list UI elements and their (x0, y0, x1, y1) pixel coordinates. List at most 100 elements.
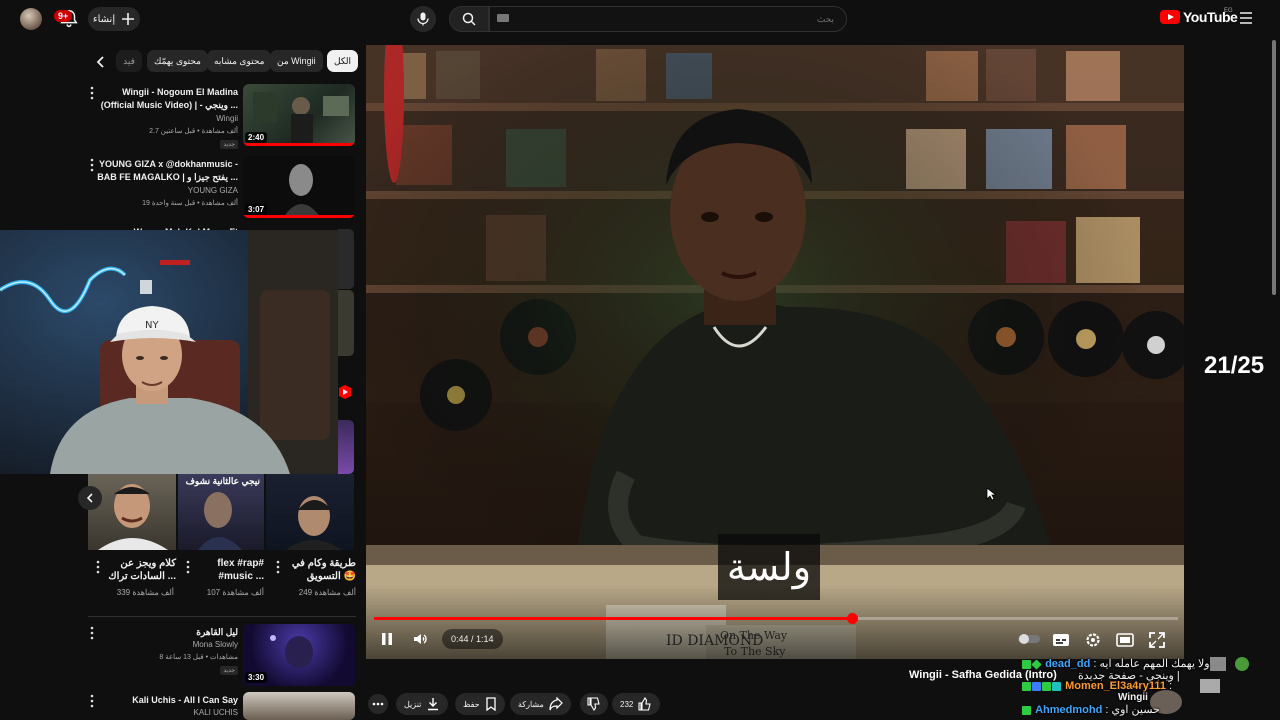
short-overlay-text: نيجي عالثانية نشوف (185, 476, 260, 486)
chat-emote (1210, 657, 1226, 671)
video-title[interactable]: Kali Uchis - All I Can Say (88, 694, 238, 707)
section-divider (88, 616, 356, 617)
short-thumbnail[interactable]: نيجي عالثانية نشوف (178, 474, 264, 550)
chat-message: Momen_El3a4ry111 : (1022, 680, 1172, 692)
chat-emote (1200, 679, 1220, 693)
short-thumbnail[interactable] (88, 474, 176, 550)
channel-name[interactable]: Mona Slowly (193, 640, 238, 649)
chat-badge-icon (1052, 681, 1061, 691)
fullscreen-button[interactable] (1148, 631, 1166, 649)
seek-handle[interactable] (846, 613, 858, 624)
video-meta: 19 ألف مشاهدة • قبل سنة واحدة (142, 200, 238, 207)
save-button[interactable]: حفظ (455, 693, 505, 715)
create-button[interactable]: إنشاء (88, 7, 140, 31)
seek-bar[interactable] (374, 613, 1178, 624)
short-views: 249 ألف مشاهدة (298, 588, 356, 597)
notifications-badge: 9+ (54, 10, 73, 22)
volume-button[interactable] (412, 630, 430, 648)
chat-badge-icon (1022, 659, 1031, 669)
volume-icon (414, 634, 427, 644)
more-options-icon[interactable] (94, 560, 102, 574)
search-button[interactable] (449, 6, 489, 32)
new-badge: جديد (220, 666, 238, 675)
list-item[interactable]: Kali Uchis - All I Can Say KALI UCHIS (88, 692, 356, 720)
shorts-prev-button[interactable] (78, 486, 102, 510)
account-avatar[interactable] (20, 8, 42, 30)
share-icon (549, 697, 563, 711)
video-title[interactable]: Wingii - Nogoum El Madina (Official Musi… (88, 86, 238, 112)
voice-search-button[interactable] (410, 6, 436, 32)
chat-message: Ahmedmohd : حسين اوي (1022, 703, 1160, 716)
channel-name[interactable]: YOUNG GIZA (188, 186, 238, 195)
video-thumbnail[interactable] (243, 692, 355, 720)
list-item[interactable]: Wingii - Nogoum El Madina (Official Musi… (88, 84, 356, 150)
chat-text: : حسين اوي (1105, 704, 1160, 716)
chevron-left-icon[interactable] (92, 53, 110, 71)
more-options-icon[interactable] (274, 560, 282, 574)
share-label: مشاركة (518, 699, 544, 709)
subtitles-icon (1053, 634, 1069, 646)
thumbs-up-icon (638, 697, 652, 711)
chat-emote (1235, 657, 1249, 671)
video-thumbnail[interactable] (338, 229, 354, 289)
like-count: 232 (620, 699, 634, 709)
video-subtitle: ولسة (718, 534, 820, 600)
autoplay-toggle[interactable] (1018, 633, 1040, 645)
more-options-icon[interactable] (184, 560, 192, 574)
pause-button[interactable] (378, 630, 396, 648)
video-thumbnail[interactable]: 3:30 (243, 624, 355, 686)
video-thumbnail[interactable]: 3:07 (243, 156, 355, 218)
top-bar: 9+ إنشاء YouTube EG (0, 0, 1280, 38)
duration-badge: 3:07 (245, 204, 268, 215)
settings-button[interactable] (1084, 631, 1102, 649)
video-thumbnail[interactable] (338, 420, 354, 474)
duration-badge: 2:40 (245, 132, 268, 143)
short-caption[interactable]: كلام ويجز عن السادات تراك ... (108, 557, 176, 583)
chip-truncated[interactable]: فيد (116, 50, 142, 72)
page-scrollbar-thumb[interactable] (1272, 40, 1276, 295)
streamer-webcam: NY (0, 230, 338, 474)
chat-username: Ahmedmohd (1035, 704, 1103, 716)
chip-all[interactable]: الكل (327, 50, 359, 72)
hamburger-menu-icon[interactable] (1238, 11, 1254, 25)
bookmark-icon (485, 697, 496, 711)
channel-name[interactable]: Wingii (216, 114, 238, 123)
list-item[interactable]: YOUNG GIZA x @dokhanmusic - BAB FE MAGAL… (88, 156, 356, 222)
more-actions-button[interactable] (368, 694, 388, 714)
share-button[interactable]: مشاركة (510, 693, 571, 715)
download-icon (428, 698, 439, 711)
plus-icon (122, 13, 135, 25)
chip-similar[interactable]: محتوى مشابه (207, 50, 272, 72)
pause-icon (382, 633, 392, 645)
download-label: تنزيل (404, 699, 422, 709)
fullscreen-icon (1149, 632, 1165, 648)
list-item[interactable]: ليل القاهرة Mona Slowly 8 مشاهدات • قبل … (88, 624, 356, 688)
short-caption[interactable]: flex #rap# #music ... (198, 557, 264, 583)
video-thumbnail[interactable] (338, 290, 354, 356)
subtitles-button[interactable] (1052, 632, 1070, 648)
chip-for-you[interactable]: محتوى يهمّك (147, 50, 208, 72)
search-input[interactable] (489, 6, 847, 32)
video-title[interactable]: YOUNG GIZA x @dokhanmusic - BAB FE MAGAL… (88, 158, 238, 184)
watch-progress (243, 215, 355, 218)
channel-name[interactable]: KALI UCHIS (194, 708, 238, 717)
download-button[interactable]: تنزيل (396, 693, 449, 715)
svg-text:NY: NY (145, 320, 159, 331)
video-thumbnail[interactable]: 2:40 (243, 84, 355, 146)
keyboard-icon[interactable] (497, 14, 509, 22)
youtube-shorts-icon (338, 384, 354, 404)
video-title[interactable]: ليل القاهرة (88, 626, 238, 639)
theater-icon (1116, 633, 1134, 647)
gear-icon (1086, 633, 1100, 647)
chip-from-wingii[interactable]: من Wingii (270, 50, 323, 72)
short-thumbnail[interactable] (266, 474, 354, 550)
short-views: 107 ألف مشاهدة (206, 588, 264, 597)
video-meta: 2.7 ألف مشاهدة • قبل ساعتين (149, 128, 238, 135)
search-icon (462, 12, 476, 26)
dislike-button[interactable] (580, 693, 608, 715)
like-button[interactable]: 232 (612, 693, 661, 715)
more-horizontal-icon (372, 702, 384, 706)
seek-bar-played (374, 617, 852, 620)
theater-mode-button[interactable] (1116, 632, 1134, 648)
chat-badge-icon (1042, 681, 1051, 691)
